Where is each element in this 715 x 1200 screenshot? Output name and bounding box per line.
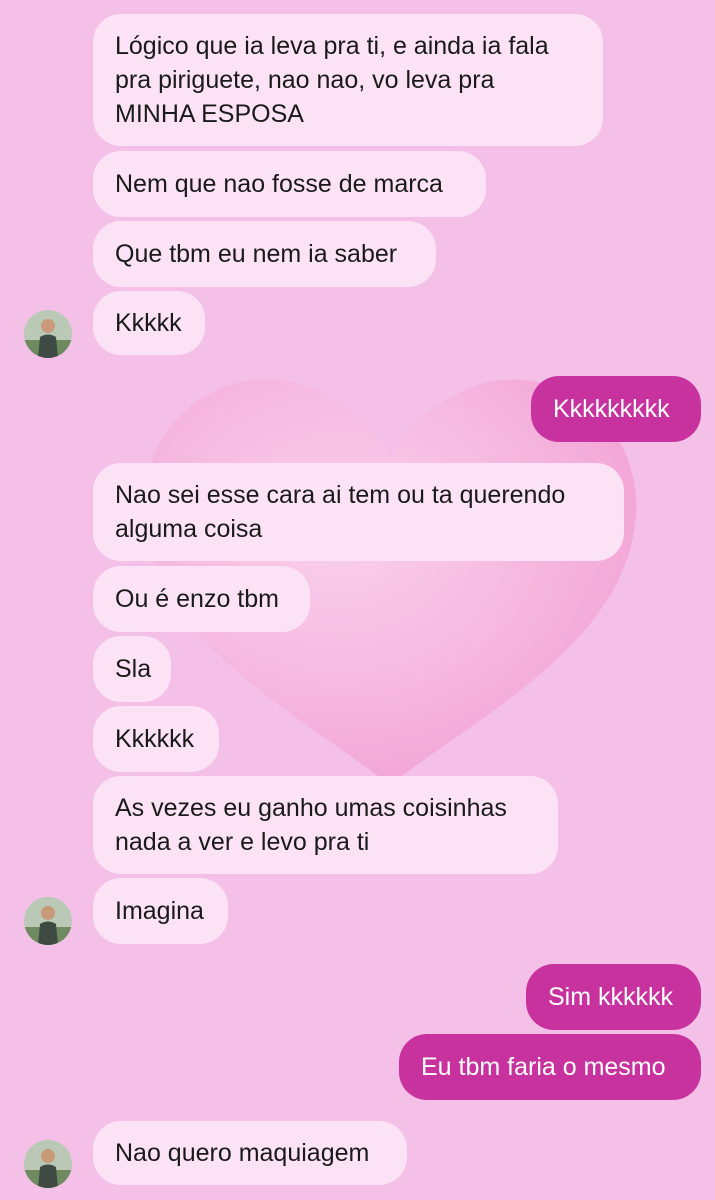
message-outgoing[interactable]: Kkkkkkkkk [531, 376, 701, 442]
message-incoming[interactable]: Nao sei esse cara ai tem ou ta querendo … [93, 463, 624, 561]
message-outgoing[interactable]: Sim kkkkkk [526, 964, 701, 1030]
message-incoming[interactable]: Kkkkk [93, 291, 205, 355]
message-text: Eu tbm faria o mesmo [421, 1053, 666, 1081]
message-incoming[interactable]: Imagina [93, 878, 228, 944]
message-incoming[interactable]: Kkkkkk [93, 706, 219, 772]
message-incoming[interactable]: Nem que nao fosse de marca [93, 151, 486, 217]
message-text: Kkkkkkkkk [553, 395, 670, 423]
message-incoming[interactable]: Que tbm eu nem ia saber [93, 221, 436, 287]
message-incoming[interactable]: Sla [93, 636, 171, 702]
contact-avatar[interactable] [24, 897, 72, 945]
message-incoming[interactable]: Ou é enzo tbm [93, 566, 310, 632]
message-outgoing[interactable]: Eu tbm faria o mesmo [399, 1034, 701, 1100]
message-incoming[interactable]: Lógico que ia leva pra ti, e ainda ia fa… [93, 14, 603, 146]
profile-photo-icon [24, 310, 72, 358]
message-text: Nao quero maquiagem [115, 1139, 370, 1167]
message-text: Que tbm eu nem ia saber [115, 240, 398, 268]
profile-photo-icon [24, 1140, 72, 1188]
message-text: As vezes eu ganho umas coisinhas nada a … [115, 794, 507, 856]
message-text: Sla [115, 655, 152, 683]
message-text: Nao sei esse cara ai tem ou ta querendo … [115, 481, 566, 543]
chat-thread[interactable]: Lógico que ia leva pra ti, e ainda ia fa… [0, 0, 715, 1200]
message-incoming[interactable]: As vezes eu ganho umas coisinhas nada a … [93, 776, 558, 874]
message-text: Kkkkkk [115, 725, 195, 753]
message-text: Imagina [115, 897, 204, 925]
message-text: Ou é enzo tbm [115, 585, 279, 613]
message-text: Kkkkk [115, 309, 182, 337]
message-incoming[interactable]: Nao quero maquiagem [93, 1121, 407, 1185]
message-text: Lógico que ia leva pra ti, e ainda ia fa… [115, 32, 549, 128]
contact-avatar[interactable] [24, 310, 72, 358]
message-text: Sim kkkkkk [548, 983, 673, 1011]
contact-avatar[interactable] [24, 1140, 72, 1188]
message-text: Nem que nao fosse de marca [115, 170, 443, 198]
profile-photo-icon [24, 897, 72, 945]
